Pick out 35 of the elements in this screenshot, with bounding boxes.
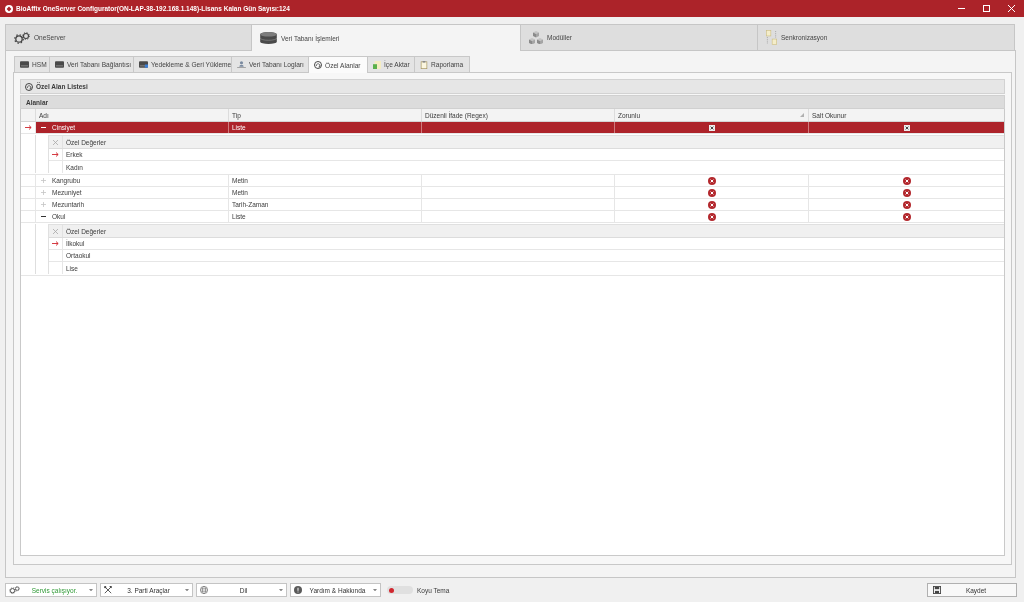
cross-icon[interactable]	[53, 228, 58, 234]
exclamation-icon	[294, 586, 302, 594]
caret-icon	[185, 588, 189, 592]
circular-arrow-icon	[314, 61, 322, 69]
cubes-icon	[529, 30, 543, 45]
plus-icon[interactable]	[40, 190, 46, 195]
plus-icon[interactable]	[40, 178, 46, 183]
cross-icon[interactable]	[53, 139, 58, 145]
device-icon	[20, 61, 29, 68]
arrow-icon	[52, 241, 59, 246]
plus-icon[interactable]	[40, 202, 46, 207]
circular-arrow-icon	[25, 82, 33, 91]
caret-icon	[89, 588, 93, 592]
gears-icon	[14, 31, 30, 44]
close-icon	[1008, 5, 1015, 12]
minimize-icon	[958, 8, 965, 9]
arrow-icon	[24, 125, 32, 130]
caret-icon	[373, 588, 377, 592]
triangle-icon[interactable]	[800, 113, 804, 117]
arrow-icon	[52, 152, 59, 157]
clipboard-icon	[420, 60, 428, 69]
gears-icon	[9, 586, 20, 594]
minus-icon[interactable]	[40, 216, 46, 217]
device-icon	[139, 61, 148, 68]
database-icon	[260, 32, 277, 44]
device-icon	[55, 61, 64, 68]
documents-icon	[766, 30, 777, 45]
globe-icon	[200, 586, 208, 594]
maximize-icon	[983, 5, 990, 12]
tools-icon	[104, 586, 112, 594]
caret-icon	[279, 588, 283, 592]
app-logo-icon	[5, 4, 13, 13]
toggle-switch[interactable]	[387, 586, 413, 594]
document-icon	[373, 60, 381, 69]
user-icon	[237, 61, 246, 68]
